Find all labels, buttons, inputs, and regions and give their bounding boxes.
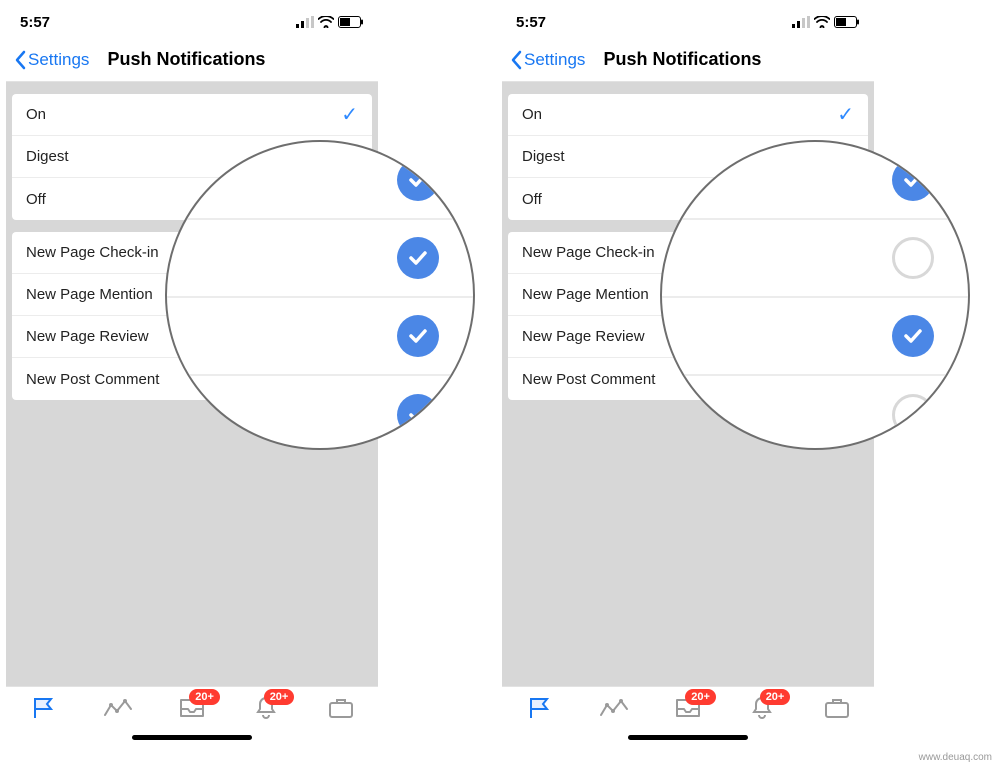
tab-insights[interactable]	[90, 695, 146, 721]
checkmark-circle-off-icon	[892, 237, 934, 279]
tab-insights[interactable]	[586, 695, 642, 721]
wifi-icon	[814, 16, 830, 28]
magnifier-right	[660, 140, 970, 450]
option-label: New Page Mention	[522, 286, 649, 303]
checkmark-circle-on-icon	[397, 394, 439, 436]
tab-bar: 20+ 20+	[6, 686, 378, 746]
checkmark-circle-on-icon	[892, 159, 934, 201]
checkmark-circle-on-icon	[397, 237, 439, 279]
option-label: Off	[522, 191, 542, 208]
magnifier-row	[167, 298, 473, 376]
home-indicator[interactable]	[628, 735, 748, 740]
badge-inbox: 20+	[189, 689, 220, 705]
back-label: Settings	[28, 50, 89, 70]
home-indicator[interactable]	[132, 735, 252, 740]
tab-bar: 20+ 20+	[502, 686, 874, 746]
nav-bar: Settings Push Notifications	[6, 38, 378, 82]
option-label: New Post Comment	[26, 371, 159, 388]
option-label: On	[522, 106, 542, 123]
tab-notifications[interactable]: 20+	[238, 695, 294, 721]
checkmark-icon: ✓	[837, 102, 854, 127]
option-label: New Page Review	[522, 328, 645, 345]
status-bar: 5:57	[502, 6, 874, 38]
checkmark-icon: ✓	[341, 102, 358, 127]
option-label: New Page Review	[26, 328, 149, 345]
cellular-icon	[792, 16, 810, 28]
magnifier-left	[165, 140, 475, 450]
tab-pages[interactable]	[511, 695, 567, 721]
battery-icon	[338, 16, 364, 28]
checkmark-circle-on-icon	[397, 315, 439, 357]
insights-icon	[103, 695, 133, 721]
insights-icon	[599, 695, 629, 721]
tab-pages[interactable]	[15, 695, 71, 721]
option-label: Off	[26, 191, 46, 208]
briefcase-icon	[823, 695, 851, 721]
page-title: Push Notifications	[107, 49, 265, 70]
magnifier-row	[167, 220, 473, 298]
badge-notifications: 20+	[264, 689, 295, 705]
badge-inbox: 20+	[685, 689, 716, 705]
option-on[interactable]: On ✓	[508, 94, 868, 136]
checkmark-circle-on-icon	[892, 315, 934, 357]
option-on[interactable]: On ✓	[12, 94, 372, 136]
status-icons	[296, 16, 364, 28]
option-label: New Post Comment	[522, 371, 655, 388]
page-title: Push Notifications	[603, 49, 761, 70]
magnifier-row	[662, 220, 968, 298]
back-button[interactable]: Settings	[14, 50, 89, 70]
cellular-icon	[296, 16, 314, 28]
status-icons	[792, 16, 860, 28]
option-label: New Page Check-in	[26, 244, 159, 261]
watermark: www.deuaq.com	[919, 752, 992, 763]
option-label: Digest	[26, 148, 69, 165]
tab-tools[interactable]	[809, 695, 865, 721]
option-label: New Page Check-in	[522, 244, 655, 261]
badge-notifications: 20+	[760, 689, 791, 705]
flag-icon	[526, 695, 552, 721]
chevron-left-icon	[510, 50, 522, 70]
tab-inbox[interactable]: 20+	[660, 695, 716, 721]
tab-inbox[interactable]: 20+	[164, 695, 220, 721]
status-time: 5:57	[20, 14, 50, 31]
back-label: Settings	[524, 50, 585, 70]
flag-icon	[30, 695, 56, 721]
chevron-left-icon	[14, 50, 26, 70]
back-button[interactable]: Settings	[510, 50, 585, 70]
briefcase-icon	[327, 695, 355, 721]
option-label: On	[26, 106, 46, 123]
battery-icon	[834, 16, 860, 28]
status-bar: 5:57	[6, 6, 378, 38]
checkmark-circle-on-icon	[397, 159, 439, 201]
checkmark-circle-off-icon	[892, 394, 934, 436]
status-time: 5:57	[516, 14, 546, 31]
tab-notifications[interactable]: 20+	[734, 695, 790, 721]
wifi-icon	[318, 16, 334, 28]
magnifier-row	[662, 298, 968, 376]
option-label: New Page Mention	[26, 286, 153, 303]
option-label: Digest	[522, 148, 565, 165]
tab-tools[interactable]	[313, 695, 369, 721]
nav-bar: Settings Push Notifications	[502, 38, 874, 82]
